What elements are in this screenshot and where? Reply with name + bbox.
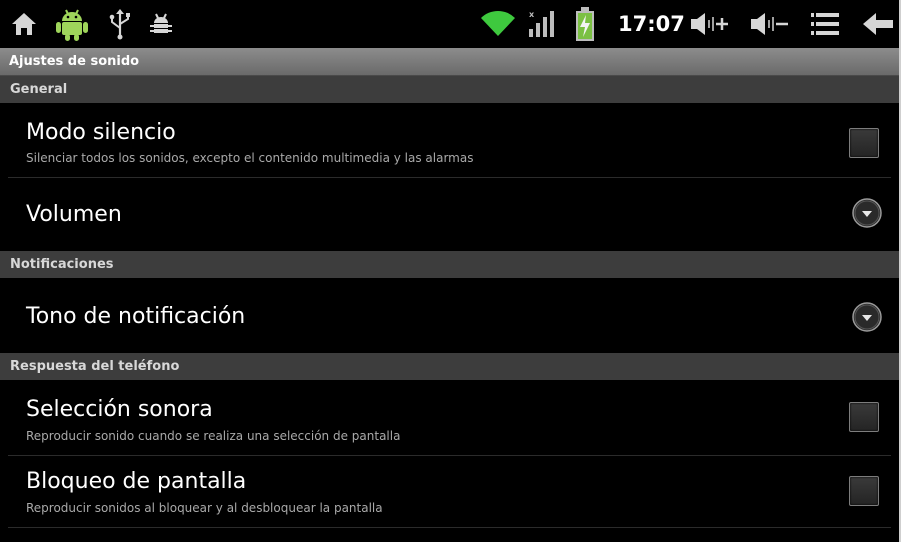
title-bar: Ajustes de sonido [0,48,899,76]
chevron-down-icon[interactable] [852,198,882,228]
screen-lock-checkbox[interactable] [849,476,879,506]
usb-icon [109,9,130,40]
screen-lock-title: Bloqueo de pantalla [26,469,247,494]
notification-tone-row[interactable]: Tono de notificación [0,278,899,353]
volume-title: Volumen [26,202,122,227]
status-time: 17:07 [618,12,685,36]
svg-text:x: x [529,10,535,19]
page-title: Ajustes de sonido [9,54,140,69]
wifi-icon [481,10,515,36]
audible-selection-summary: Reproducir sonido cuando se realiza una … [26,429,401,443]
section-header-notifications: Notificaciones [0,251,899,278]
audible-selection-checkbox[interactable] [849,402,879,432]
section-header-general: General [0,76,899,103]
silent-mode-row[interactable]: Modo silencio Silenciar todos los sonido… [0,103,899,178]
screen-lock-summary: Reproducir sonidos al bloquear y al desb… [26,501,383,515]
silent-mode-title: Modo silencio [26,120,176,145]
notification-tone-title: Tono de notificación [26,304,246,329]
row-divider [8,527,891,528]
section-header-label: Respuesta del teléfono [10,359,180,374]
volume-down-icon[interactable] [750,12,790,36]
status-bar: x 17:07 [0,0,899,48]
audible-selection-title: Selección sonora [26,397,213,422]
debug-bug-icon [150,13,172,33]
screen-lock-row[interactable]: Bloqueo de pantalla Reproducir sonidos a… [0,456,899,528]
silent-mode-checkbox[interactable] [849,128,879,158]
section-header-phone-response: Respuesta del teléfono [0,353,899,380]
home-icon[interactable] [10,11,38,37]
battery-charging-icon [576,7,594,41]
silent-mode-summary: Silenciar todos los sonidos, excepto el … [26,151,474,165]
audible-selection-row[interactable]: Selección sonora Reproducir sonido cuand… [0,380,899,456]
android-icon [56,9,88,41]
back-icon[interactable] [862,12,894,36]
android-screen: x 17:07 Ajustes de sonido General Modo s… [0,0,901,542]
section-header-label: General [10,82,68,97]
volume-up-icon[interactable] [690,12,730,36]
signal-icon: x [529,10,554,37]
chevron-down-icon[interactable] [852,302,882,332]
section-header-label: Notificaciones [10,257,114,272]
menu-icon[interactable] [810,12,840,36]
volume-row[interactable]: Volumen [0,178,899,251]
